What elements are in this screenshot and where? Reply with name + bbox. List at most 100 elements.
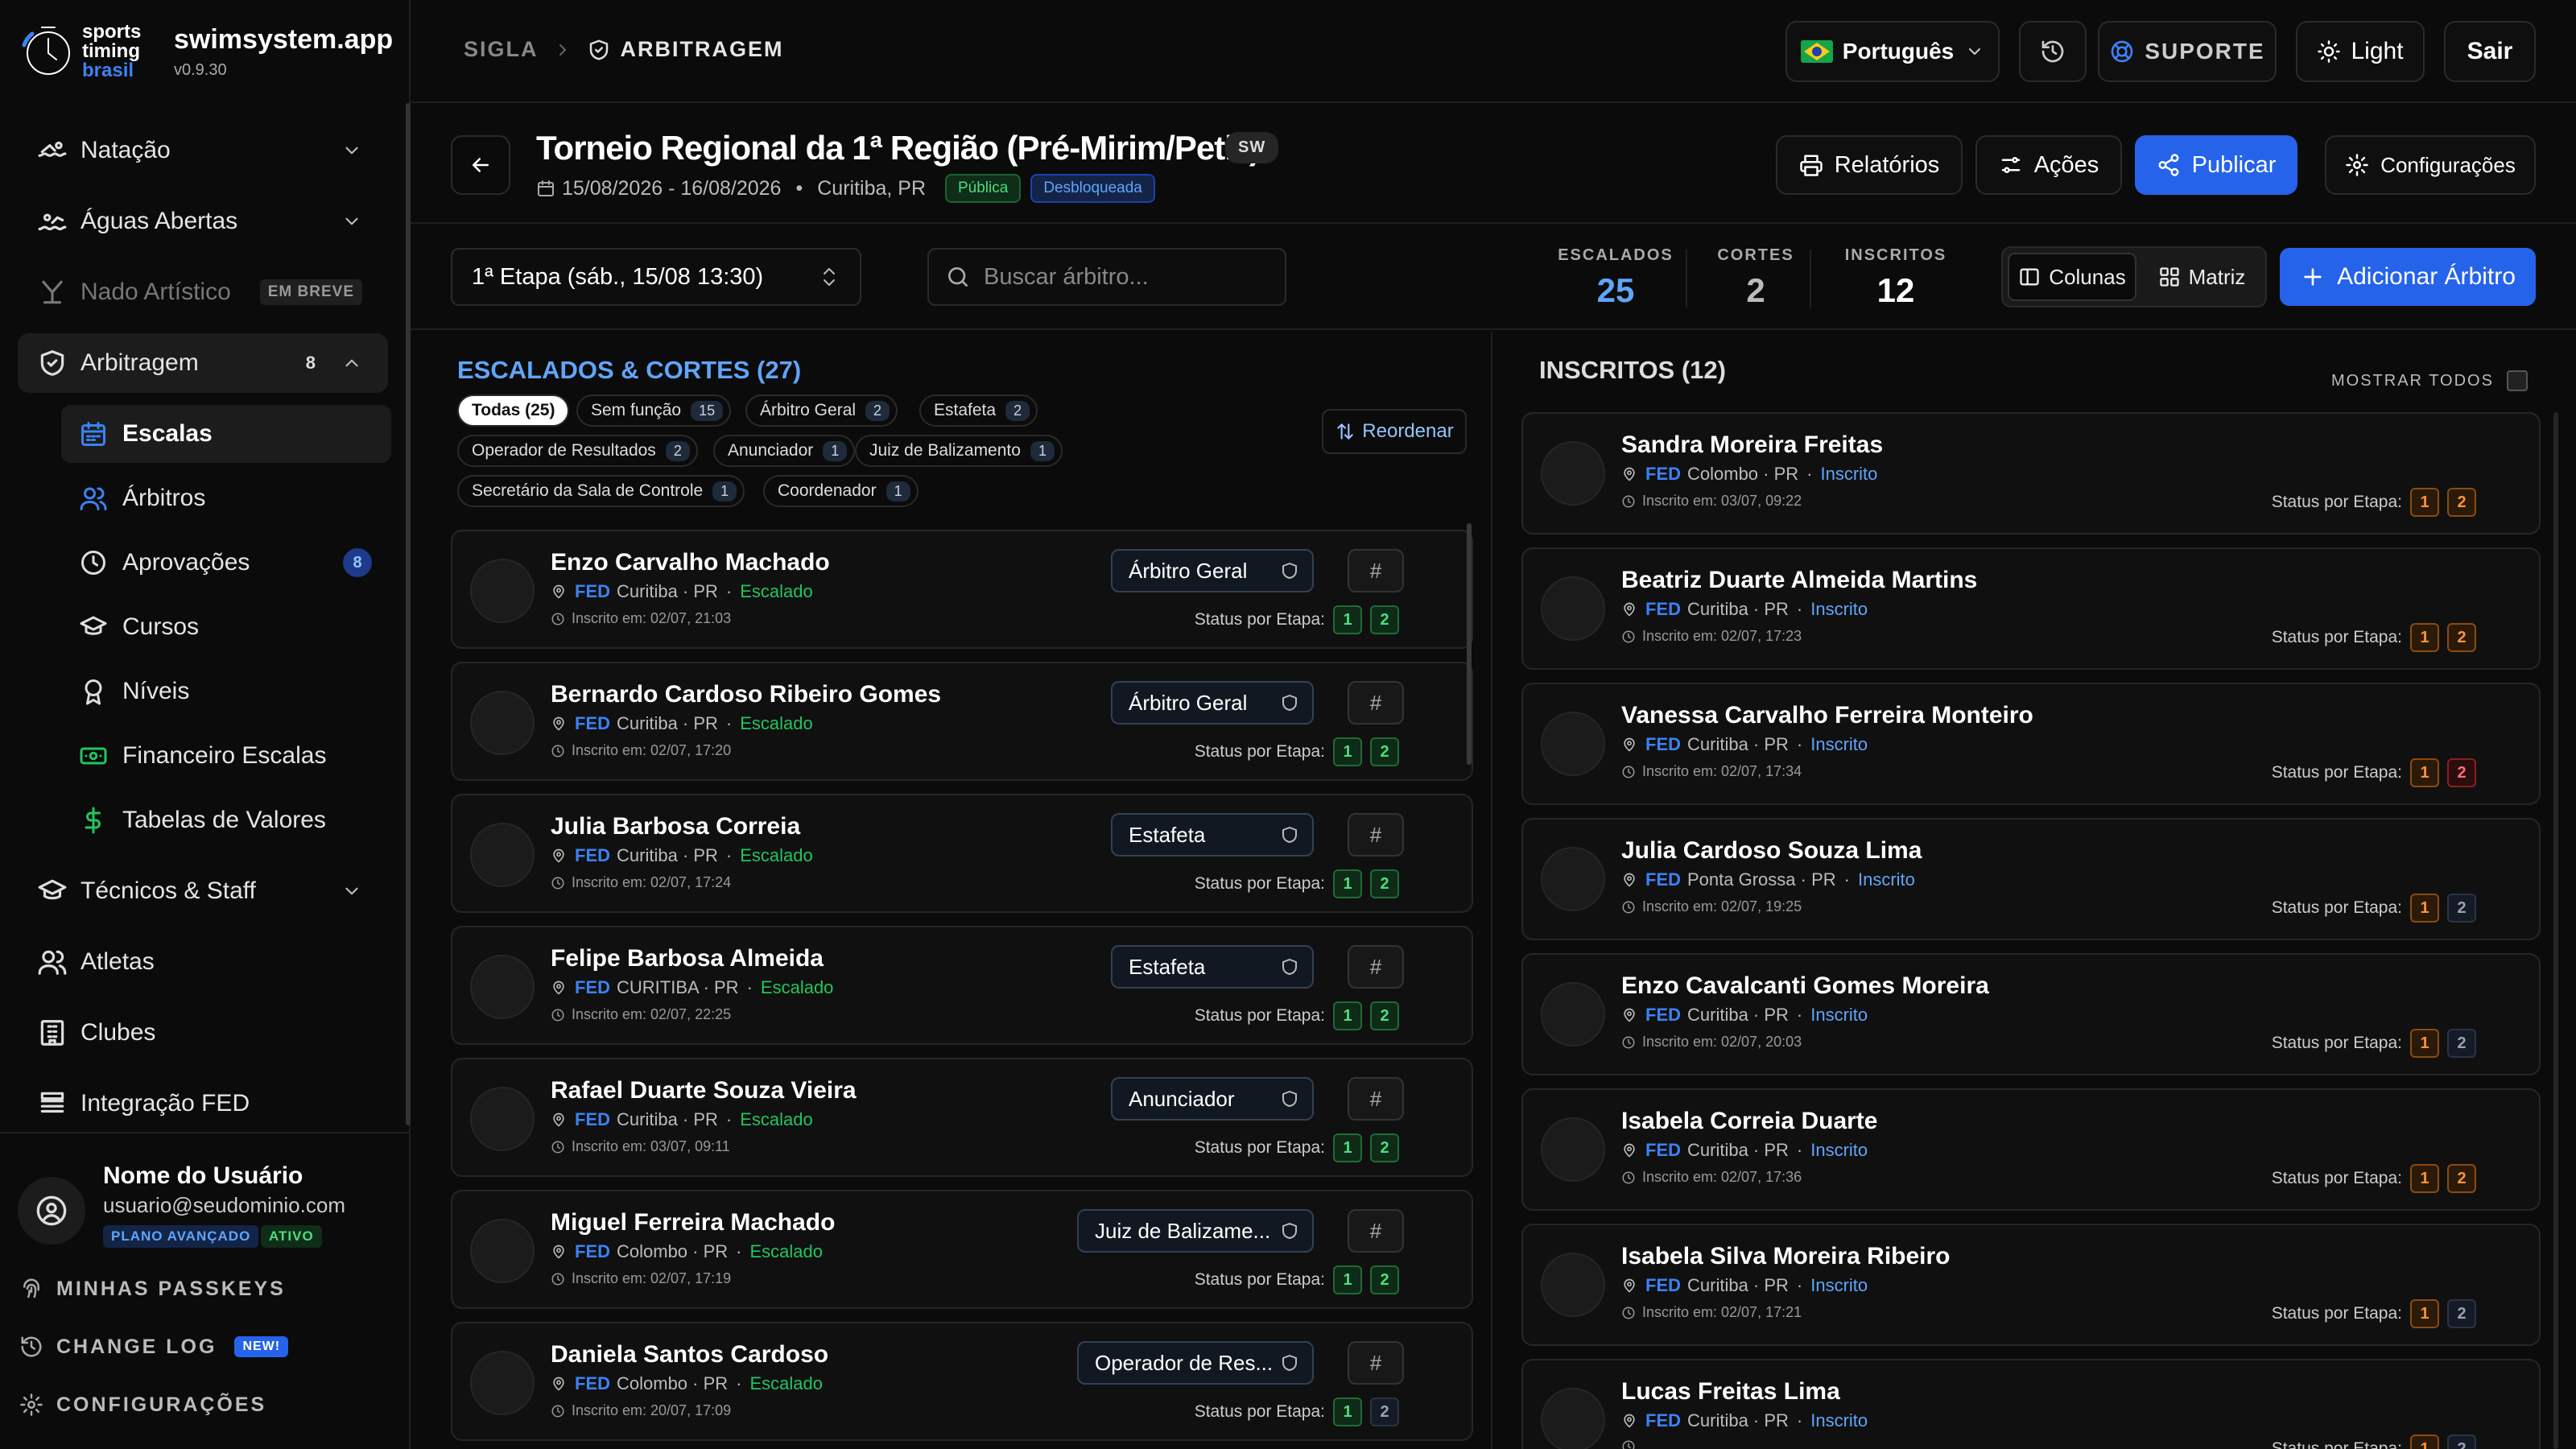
number-button[interactable]: # (1348, 549, 1404, 592)
stage-badge[interactable]: 2 (1370, 605, 1399, 634)
number-button[interactable]: # (1348, 813, 1404, 857)
stage-badge[interactable]: 1 (2410, 894, 2439, 923)
role-select[interactable]: Estafeta (1111, 945, 1314, 989)
number-button[interactable]: # (1348, 1209, 1404, 1253)
stage-badge[interactable]: 2 (2447, 894, 2476, 923)
role-select[interactable]: Anunciador (1111, 1077, 1314, 1121)
chip-operador[interactable]: Operador de Resultados 2 (457, 435, 698, 467)
chip-anunciador[interactable]: Anunciador 1 (713, 435, 856, 467)
publish-button[interactable]: Publicar (2135, 135, 2297, 195)
stage-badge[interactable]: 2 (1370, 1133, 1399, 1162)
nav-aguas-abertas[interactable]: Águas Abertas (18, 192, 388, 251)
nav-integracao[interactable]: Integração FED (18, 1074, 388, 1133)
breadcrumb-sigla[interactable]: SIGLA (464, 37, 539, 62)
language-select[interactable]: Português (1785, 21, 2000, 82)
stage-badge[interactable]: 2 (2447, 623, 2476, 652)
number-button[interactable]: # (1348, 681, 1404, 724)
inscrito-card[interactable]: Julia Cardoso Souza Lima FED Ponta Grossa … (1521, 818, 2541, 940)
view-matrix-option[interactable]: Matriz (2141, 253, 2262, 301)
nav-tecnicos[interactable]: Técnicos & Staff (18, 861, 388, 921)
nav-clubes[interactable]: Clubes (18, 1003, 388, 1063)
logout-button[interactable]: Sair (2444, 21, 2536, 82)
stage-badge[interactable]: 2 (2447, 1164, 2476, 1193)
stage-badge[interactable]: 1 (1333, 1133, 1362, 1162)
add-referee-button[interactable]: Adicionar Árbitro (2280, 248, 2536, 306)
escalado-card[interactable]: Daniela Santos Cardoso FED Colombo · PR · Es… (451, 1322, 1473, 1441)
config-button[interactable]: Configurações (2325, 135, 2536, 195)
sidebar-item-niveis[interactable]: Níveis (61, 663, 391, 720)
role-select[interactable]: Operador de Res... (1077, 1341, 1314, 1385)
nav-arbitragem[interactable]: Arbitragem 8 (18, 333, 388, 393)
chip-estafeta[interactable]: Estafeta 2 (919, 394, 1038, 427)
escalado-card[interactable]: Bernardo Cardoso Ribeiro Gomes FED Curitib… (451, 662, 1473, 781)
role-select[interactable]: Árbitro Geral (1111, 549, 1314, 592)
list-scrollbar[interactable] (2553, 412, 2558, 1449)
stage-badge[interactable]: 1 (2410, 1299, 2439, 1328)
inscrito-card[interactable]: Vanessa Carvalho Ferreira Monteiro FED Cur… (1521, 683, 2541, 805)
sidebar-item-cursos[interactable]: Cursos (61, 598, 391, 656)
escalado-card[interactable]: Enzo Carvalho Machado FED Curitiba · PR · Es… (451, 530, 1473, 649)
stage-badge[interactable]: 1 (1333, 1397, 1362, 1426)
stage-badge[interactable]: 2 (2447, 1435, 2476, 1449)
user-profile[interactable]: Nome do Usuário usuario@seudominio.com P… (18, 1159, 396, 1256)
passkeys-link[interactable]: MINHAS PASSKEYS (19, 1269, 286, 1309)
sidebar-item-arbitros[interactable]: Árbitros (61, 469, 391, 527)
reports-button[interactable]: Relatórios (1776, 135, 1963, 195)
stage-badge[interactable]: 1 (1333, 605, 1362, 634)
stage-badge[interactable]: 1 (2410, 1435, 2439, 1449)
stage-badge[interactable]: 2 (1370, 869, 1399, 898)
escalado-card[interactable]: Felipe Barbosa Almeida FED CURITIBA · PR · E… (451, 926, 1473, 1045)
number-button[interactable]: # (1348, 1341, 1404, 1385)
reorder-button[interactable]: Reordenar (1322, 409, 1467, 454)
stage-badge[interactable]: 2 (1370, 737, 1399, 766)
nav-natacao[interactable]: Natação (18, 121, 388, 180)
chip-coordenador[interactable]: Coordenador 1 (763, 475, 919, 507)
sidebar-item-tabelas[interactable]: Tabelas de Valores (61, 791, 391, 849)
stage-badge[interactable]: 1 (2410, 488, 2439, 517)
inscrito-card[interactable]: Sandra Moreira Freitas FED Colombo · PR · In… (1521, 412, 2541, 535)
sidebar-item-aprovacoes[interactable]: Aprovações 8 (61, 534, 391, 592)
stage-badge[interactable]: 1 (1333, 869, 1362, 898)
theme-toggle[interactable]: Light (2296, 21, 2425, 82)
stage-badge[interactable]: 2 (2447, 488, 2476, 517)
sidebar-item-financeiro[interactable]: Financeiro Escalas (61, 727, 391, 785)
inscrito-card[interactable]: Enzo Cavalcanti Gomes Moreira FED Curitiba… (1521, 953, 2541, 1075)
inscrito-card[interactable]: Beatriz Duarte Almeida Martins FED Curitib… (1521, 547, 2541, 670)
stage-badge[interactable]: 1 (1333, 1265, 1362, 1294)
inscrito-card[interactable]: Lucas Freitas Lima FED Curitiba · PR · Inscr… (1521, 1359, 2541, 1449)
stage-badge[interactable]: 2 (1370, 1397, 1399, 1426)
back-button[interactable] (451, 135, 510, 195)
chip-secretario[interactable]: Secretário da Sala de Controle 1 (457, 475, 745, 507)
escalado-card[interactable]: Miguel Ferreira Machado FED Colombo · PR · E… (451, 1190, 1473, 1309)
stage-badge[interactable]: 1 (1333, 1001, 1362, 1030)
role-select[interactable]: Árbitro Geral (1111, 681, 1314, 724)
inscrito-card[interactable]: Isabela Silva Moreira Ribeiro FED Curitiba… (1521, 1224, 2541, 1346)
chip-sem-funcao[interactable]: Sem função 15 (576, 394, 732, 427)
history-button[interactable] (2019, 21, 2087, 82)
chip-juiz-balizamento[interactable]: Juiz de Balizamento 1 (855, 435, 1063, 467)
stage-badge[interactable]: 2 (2447, 758, 2476, 787)
stage-badge[interactable]: 1 (2410, 758, 2439, 787)
list-scrollbar[interactable] (1467, 523, 1472, 765)
nav-atletas[interactable]: Atletas (18, 932, 388, 992)
chip-arbitro-geral[interactable]: Árbitro Geral 2 (745, 394, 898, 427)
brand-logo[interactable]: sports timing brasil (18, 21, 141, 85)
stage-badge[interactable]: 1 (1333, 737, 1362, 766)
changelog-link[interactable]: CHANGE LOG NEW! (19, 1327, 289, 1367)
support-button[interactable]: SUPORTE (2098, 21, 2277, 82)
role-select[interactable]: Juiz de Balizame... (1077, 1209, 1314, 1253)
show-all-checkbox[interactable] (2506, 370, 2528, 391)
stage-badge[interactable]: 2 (1370, 1001, 1399, 1030)
number-button[interactable]: # (1348, 1077, 1404, 1121)
show-all-toggle[interactable]: MOSTRAR TODOS (2331, 370, 2528, 391)
escalado-card[interactable]: Julia Barbosa Correia FED Curitiba · PR · Es… (451, 794, 1473, 913)
stage-badge[interactable]: 2 (1370, 1265, 1399, 1294)
view-columns-option[interactable]: Colunas (2008, 253, 2136, 301)
search-input[interactable]: Buscar árbitro... (927, 248, 1286, 306)
number-button[interactable]: # (1348, 945, 1404, 989)
stage-select[interactable]: 1ª Etapa (sáb., 15/08 13:30) (451, 248, 861, 306)
inscrito-card[interactable]: Isabela Correia Duarte FED Curitiba · PR · I… (1521, 1088, 2541, 1211)
stage-badge[interactable]: 1 (2410, 1029, 2439, 1058)
stage-badge[interactable]: 2 (2447, 1029, 2476, 1058)
stage-badge[interactable]: 1 (2410, 1164, 2439, 1193)
